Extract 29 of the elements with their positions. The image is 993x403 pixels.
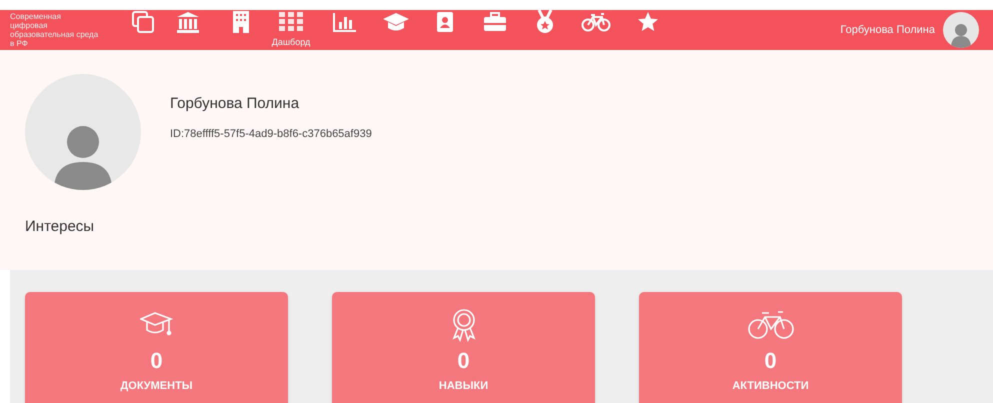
logo-text[interactable]: Современная цифровая образовательная среда в РФ [0,12,100,48]
nav-label[interactable]: Дашборд [272,36,310,50]
bicycle-icon [748,310,794,340]
user-name[interactable]: Горбунова Полина [840,22,935,38]
stat-label: НАВЫКИ [438,379,488,394]
stat-label: АКТИВНОСТИ [732,379,809,394]
id-badge-icon[interactable] [436,11,454,33]
stat-value: 0 [764,348,777,374]
briefcase-icon[interactable] [483,12,507,32]
graduation-cap-icon[interactable] [382,12,410,32]
award-ribbon-icon [450,308,478,342]
stat-value: 0 [150,348,163,374]
stat-card[interactable]: 0 НАВЫКИ [332,292,595,403]
star-icon[interactable] [637,11,659,33]
grid-icon[interactable] [279,12,303,32]
medal-icon[interactable] [536,10,554,34]
copy-icon[interactable] [132,11,154,33]
user-avatar[interactable] [943,12,979,48]
stat-value: 0 [457,348,470,374]
building-columns-icon[interactable] [176,11,200,33]
building-icon[interactable] [232,10,250,34]
interests-heading: Интересы [24,217,96,237]
profile-name: Горбунова Полина [170,94,300,114]
stat-label: ДОКУМЕНТЫ [120,379,193,394]
stat-card[interactable]: 0 ДОКУМЕНТЫ [25,292,288,403]
bicycle-icon[interactable] [581,12,611,32]
bar-chart-icon[interactable] [333,12,357,32]
profile-id: ID:78effff5-57f5-4ad9-b8f6-c376b65af939 [170,126,372,142]
stat-card[interactable]: 0 АКТИВНОСТИ [639,292,902,403]
